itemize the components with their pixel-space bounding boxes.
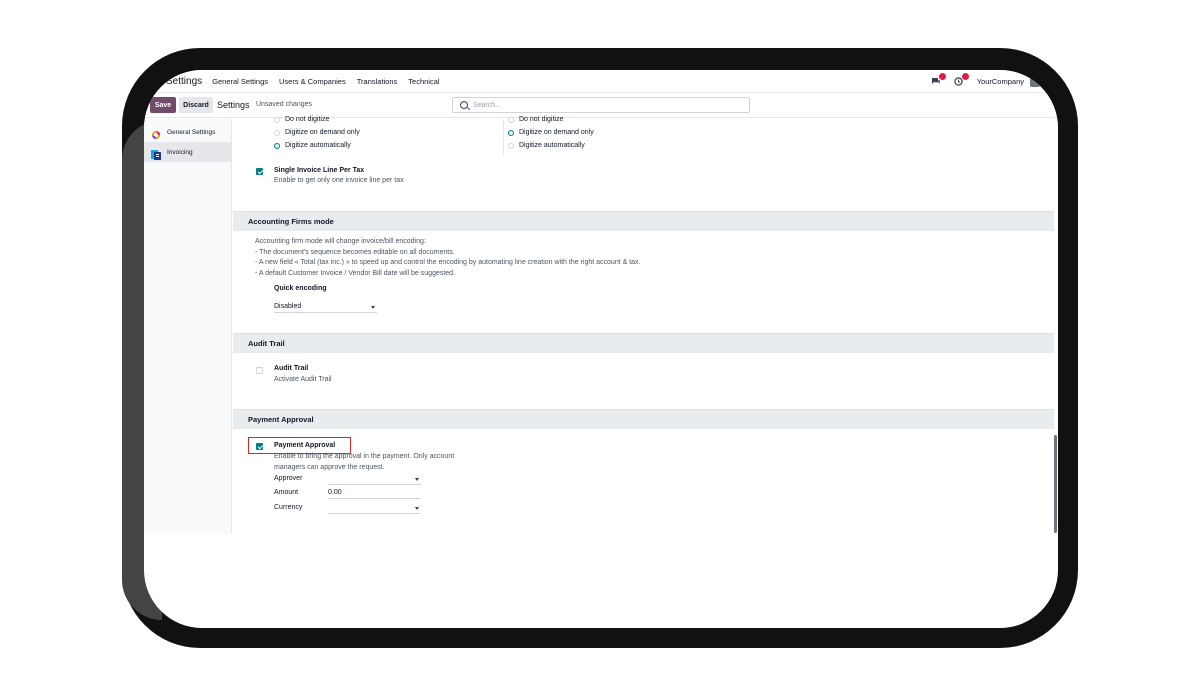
unsaved-indicator: Unsaved changes [256,101,313,108]
radio-left-digitize-on-demand[interactable]: Digitize on demand only [274,129,360,136]
radio-label: Digitize automatically [519,142,585,149]
search-placeholder: Search... [473,101,502,109]
radio-button-selected[interactable] [274,142,280,149]
invoicing-icon [151,147,161,160]
section-header-audit-trail: Audit Trail [233,333,1054,353]
single-invoice-line-checkbox[interactable] [256,168,263,175]
radio-left-do-not-digitize[interactable]: Do not digitize [274,116,329,123]
single-invoice-line-title: Single Invoice Line Per Tax [274,167,365,174]
menu-general-settings[interactable]: General Settings [212,77,268,86]
save-button[interactable]: Save [150,97,176,113]
firms-desc-line-4: - A default Customer Invoice / Vendor Bi… [255,269,456,277]
payment-approval-desc-2: managers can approve the request. [274,463,385,471]
company-switcher[interactable]: YourCompany [977,77,1024,86]
menu-technical[interactable]: Technical [408,77,439,86]
sidebar-item-label: Invoicing [167,148,193,156]
approver-label: Approver [274,475,303,482]
radio-button[interactable] [508,142,514,149]
payment-approval-checkbox[interactable] [256,443,263,450]
section-title: Payment Approval [248,415,314,424]
radio-label: Digitize on demand only [285,129,360,136]
quick-encoding-select[interactable]: Disabled [274,303,377,313]
sidebar-item-label: General Settings [167,128,216,136]
radio-right-digitize-on-demand[interactable]: Digitize on demand only [508,129,594,136]
audit-trail-desc: Activate Audit Trail [274,376,332,383]
sidebar-item-invoicing[interactable]: Invoicing [144,142,232,162]
chevron-down-icon [371,306,375,309]
clock-icon[interactable] [954,73,969,86]
scrollbar[interactable] [1054,435,1057,533]
control-panel: Save Discard Settings Unsaved changes Se… [144,93,1058,118]
radio-button-selected[interactable] [508,129,514,136]
chat-icon[interactable] [931,73,946,86]
app-title[interactable]: Settings [166,76,202,87]
chevron-down-icon [415,507,419,510]
radio-label: Digitize on demand only [519,129,594,136]
search-icon [460,101,468,109]
navbar-right: YourCompany [931,70,1040,93]
page-title: Settings [217,100,250,110]
currency-label: Currency [274,504,303,511]
radio-button[interactable] [274,129,280,136]
radio-right-do-not-digitize[interactable]: Do not digitize [508,116,563,123]
settings-content: Do not digitize Digitize on demand only … [233,116,1058,533]
chat-badge [938,73,946,80]
radio-button[interactable] [508,116,514,123]
amount-input[interactable]: 0.00 [328,489,421,499]
payment-approval-title: Payment Approval [274,442,336,449]
section-header-accounting-firms: Accounting Firms mode [233,211,1054,231]
odoo-icon [151,127,161,139]
top-navbar: Settings General Settings Users & Compan… [144,70,1058,93]
sidebar-item-general-settings[interactable]: General Settings [144,122,232,142]
radio-label: Do not digitize [519,116,564,123]
quick-encoding-label: Quick encoding [274,285,327,292]
single-invoice-line-desc: Enable to get only one invoice line per … [274,177,404,184]
firms-desc-line-2: - The document's sequence becomes editab… [255,248,455,256]
chevron-down-icon [415,478,419,481]
radio-label: Digitize automatically [285,142,351,149]
avatar[interactable] [1030,76,1040,87]
payment-approval-desc-1: Enable to bring the approval in the paym… [274,453,455,460]
currency-select[interactable] [328,504,421,514]
section-title: Audit Trail [248,339,285,348]
section-header-payment-approval: Payment Approval [233,409,1054,429]
discard-button[interactable]: Discard [179,97,213,113]
search-input[interactable]: Search... [452,97,750,113]
firms-desc-line-3: - A new field « Total (tax inc.) » to sp… [255,259,641,266]
amount-label: Amount [274,489,299,496]
approver-select[interactable] [328,475,421,485]
radio-left-digitize-automatically[interactable]: Digitize automatically [274,142,351,149]
settings-sidebar: General Settings Invoicing [144,119,232,533]
radio-label: Do not digitize [285,116,330,123]
audit-trail-checkbox[interactable] [256,367,263,374]
quick-encoding-value: Disabled [274,303,302,310]
menu-translations[interactable]: Translations [357,77,398,86]
audit-trail-title: Audit Trail [274,365,309,372]
radio-button[interactable] [274,116,280,123]
column-divider [503,119,504,156]
radio-right-digitize-automatically[interactable]: Digitize automatically [508,142,585,149]
amount-value: 0.00 [328,489,342,496]
activity-badge [961,73,969,80]
section-title: Accounting Firms mode [248,217,334,226]
menu-users-companies[interactable]: Users & Companies [279,77,346,86]
screen: Settings General Settings Users & Compan… [144,70,1058,628]
firms-desc-line-1: Accounting firm mode will change invoice… [255,238,426,245]
